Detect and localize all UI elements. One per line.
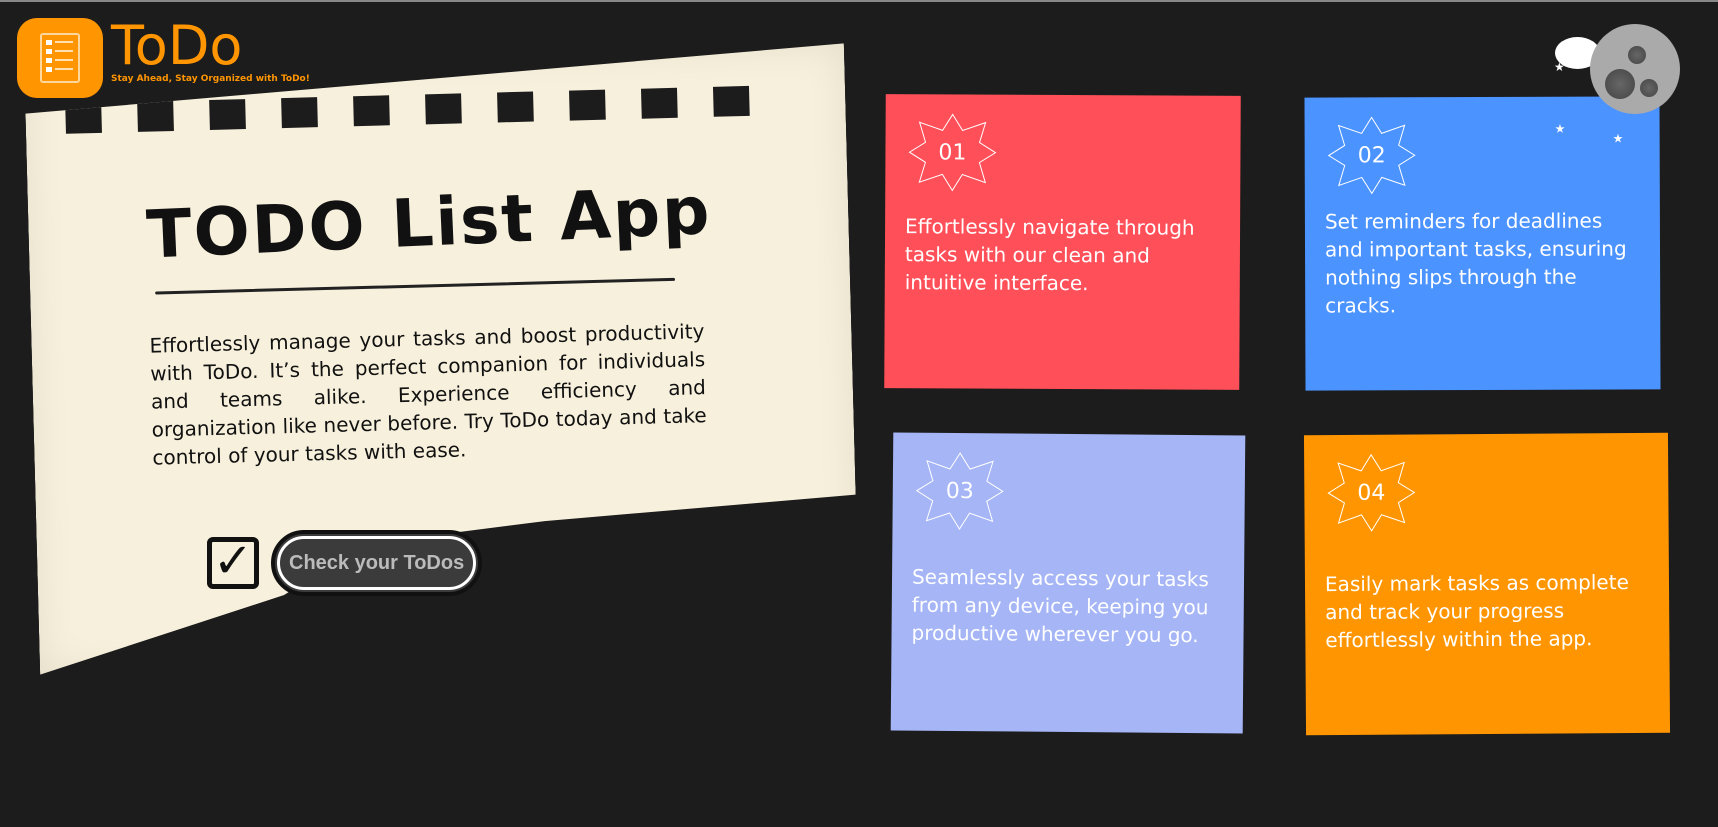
feature-text: Seamlessly access your tasks from any de… (911, 564, 1209, 648)
star-icon: ★ (1554, 60, 1565, 74)
feature-text: Set reminders for deadlines and importan… (1324, 208, 1627, 318)
feature-text: Effortlessly navigate through tasks with… (904, 214, 1195, 296)
feature-card-01: 01 Effortlessly navigate through tasks w… (884, 94, 1241, 390)
brand-tagline: Stay Ahead, Stay Organized with ToDo! (111, 74, 310, 84)
checklist-icon (17, 18, 103, 98)
starburst-badge: 03 (914, 451, 1005, 532)
divider (155, 278, 675, 295)
logo[interactable]: ToDo Stay Ahead, Stay Organized with ToD… (17, 18, 310, 98)
star-icon: ★ (1554, 121, 1566, 136)
star-icon: ★ (1612, 131, 1624, 146)
check-todos-button[interactable]: Check your ToDos (271, 530, 483, 596)
starburst-badge: 02 (1327, 115, 1417, 195)
hero-description: Effortlessly manage your tasks and boost… (149, 319, 707, 470)
feature-card-02: 02 Set reminders for deadlines and impor… (1304, 96, 1661, 391)
starburst-badge: 04 (1326, 452, 1417, 533)
feature-card-04: 04 Easily mark tasks as complete and tra… (1303, 432, 1671, 736)
cta: ✓ Check your ToDos (207, 530, 483, 596)
brand-name: ToDo (111, 14, 243, 77)
page-title: TODO List App (145, 172, 713, 274)
feature-card-03: 03 Seamlessly access your tasks from any… (890, 432, 1246, 734)
feature-text: Easily mark tasks as complete and track … (1324, 570, 1629, 653)
moon-icon[interactable] (1590, 24, 1680, 114)
checkbox-icon: ✓ (207, 537, 259, 589)
starburst-badge: 01 (907, 112, 997, 192)
